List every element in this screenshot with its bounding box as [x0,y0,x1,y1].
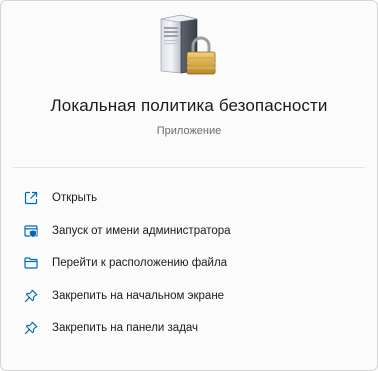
pin-to-taskbar-button[interactable]: Закрепить на панели задач [13,312,365,345]
divider [13,167,365,168]
server-lock-icon [157,13,217,79]
context-menu: Открыть Запуск от имени администратора П… [13,182,365,345]
run-as-admin-button[interactable]: Запуск от имени администратора [13,215,365,248]
folder-icon [23,255,39,271]
open-label: Открыть [52,192,98,205]
open-file-location-button[interactable]: Перейти к расположению файла [13,247,365,280]
open-button[interactable]: Открыть [13,182,365,215]
open-file-location-label: Перейти к расположению файла [52,257,228,270]
pin-to-start-button[interactable]: Закрепить на начальном экране [13,280,365,313]
pin-to-start-label: Закрепить на начальном экране [52,289,225,302]
run-as-admin-label: Запуск от имени администратора [52,224,231,237]
pin-to-taskbar-label: Закрепить на панели задач [52,322,199,335]
app-title: Локальная политика безопасности [50,96,328,115]
run-as-admin-icon [23,223,39,239]
app-type-label: Приложение [156,125,222,137]
open-external-icon [23,190,39,206]
start-menu-app-panel: Локальная политика безопасности Приложен… [0,0,378,371]
pin-icon [23,320,39,336]
pin-icon [23,288,39,304]
